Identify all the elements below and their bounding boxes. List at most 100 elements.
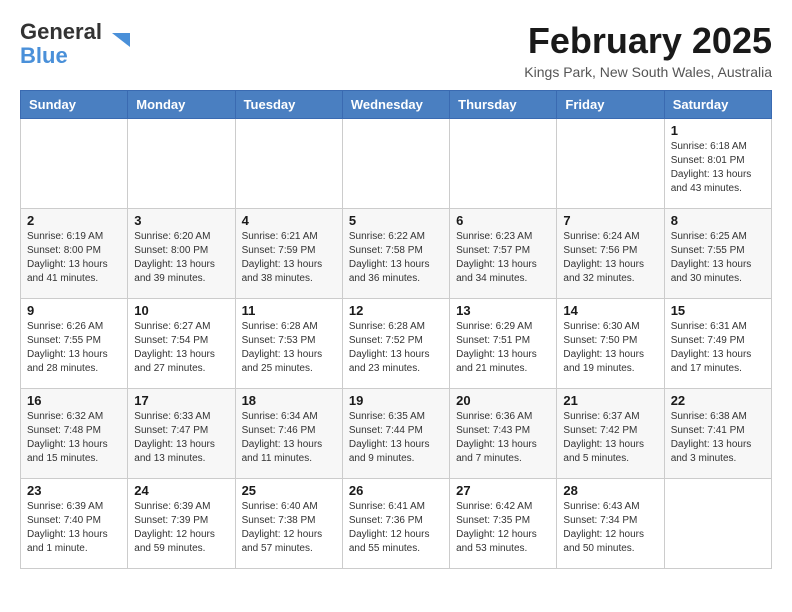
day-number: 14 (563, 303, 657, 318)
day-number: 16 (27, 393, 121, 408)
logo: General Blue (20, 20, 130, 68)
calendar-week-row: 1 Sunrise: 6:18 AM Sunset: 8:01 PM Daylig… (21, 119, 772, 209)
calendar-day-7: 7 Sunrise: 6:24 AM Sunset: 7:56 PM Daylig… (557, 209, 664, 299)
calendar-day-13: 13Sunrise: 6:29 AM Sunset: 7:51 PM Dayli… (450, 299, 557, 389)
day-info: Sunrise: 6:35 AM Sunset: 7:44 PM Dayligh… (349, 410, 443, 466)
calendar-day-25: 25 Sunrise: 6:40 AM Sunset: 7:38 PM Dayli… (235, 479, 342, 569)
weekday-header-tuesday: Tuesday (235, 91, 342, 119)
page-header: General Blue February 2025 Kings Park, N… (20, 20, 772, 80)
day-number: 12 (349, 303, 443, 318)
weekday-header-saturday: Saturday (664, 91, 771, 119)
calendar-day-4: 4 Sunrise: 6:21 AM Sunset: 7:59 PM Daylig… (235, 209, 342, 299)
day-number: 24 (134, 483, 228, 498)
calendar-day-22: 22 Sunrise: 6:38 AM Sunset: 7:41 PM Dayli… (664, 389, 771, 479)
day-info: Sunrise: 6:41 AM Sunset: 7:36 PM Dayligh… (349, 500, 443, 556)
title-section: February 2025 Kings Park, New South Wale… (524, 20, 772, 80)
calendar-day-14: 14 Sunrise: 6:30 AM Sunset: 7:50 PM Dayli… (557, 299, 664, 389)
calendar-day-19: 19 Sunrise: 6:35 AM Sunset: 7:44 PM Dayli… (342, 389, 449, 479)
calendar-day-26: 26 Sunrise: 6:41 AM Sunset: 7:36 PM Dayli… (342, 479, 449, 569)
day-number: 13 (456, 303, 550, 318)
calendar-day-20: 20 Sunrise: 6:36 AM Sunset: 7:43 PM Dayli… (450, 389, 557, 479)
logo-general: General (20, 19, 102, 44)
day-info: Sunrise: 6:26 AM Sunset: 7:55 PM Dayligh… (27, 320, 121, 376)
day-info: Sunrise: 6:28 AM Sunset: 7:52 PM Dayligh… (349, 320, 443, 376)
calendar-day-8: 8 Sunrise: 6:25 AM Sunset: 7:55 PM Daylig… (664, 209, 771, 299)
day-number: 10 (134, 303, 228, 318)
calendar-week-row: 9 Sunrise: 6:26 AM Sunset: 7:55 PM Daylig… (21, 299, 772, 389)
day-info: Sunrise: 6:32 AM Sunset: 7:48 PM Dayligh… (27, 410, 121, 466)
day-number: 22 (671, 393, 765, 408)
day-number: 6 (456, 213, 550, 228)
day-info: Sunrise: 6:22 AM Sunset: 7:58 PM Dayligh… (349, 230, 443, 286)
day-info: Sunrise: 6:28 AM Sunset: 7:53 PM Dayligh… (242, 320, 336, 376)
day-info: Sunrise: 6:21 AM Sunset: 7:59 PM Dayligh… (242, 230, 336, 286)
day-info: Sunrise: 6:34 AM Sunset: 7:46 PM Dayligh… (242, 410, 336, 466)
weekday-header-monday: Monday (128, 91, 235, 119)
empty-day-cell (128, 119, 235, 209)
day-number: 17 (134, 393, 228, 408)
day-number: 19 (349, 393, 443, 408)
empty-day-cell (450, 119, 557, 209)
month-year: February 2025 (524, 20, 772, 62)
calendar-day-15: 15 Sunrise: 6:31 AM Sunset: 7:49 PM Dayli… (664, 299, 771, 389)
calendar-day-23: 23 Sunrise: 6:39 AM Sunset: 7:40 PM Dayli… (21, 479, 128, 569)
calendar-day-27: 27Sunrise: 6:42 AM Sunset: 7:35 PM Dayli… (450, 479, 557, 569)
calendar-day-17: 17 Sunrise: 6:33 AM Sunset: 7:47 PM Dayli… (128, 389, 235, 479)
day-info: Sunrise: 6:25 AM Sunset: 7:55 PM Dayligh… (671, 230, 765, 286)
day-number: 7 (563, 213, 657, 228)
weekday-header-sunday: Sunday (21, 91, 128, 119)
day-number: 20 (456, 393, 550, 408)
day-number: 8 (671, 213, 765, 228)
day-number: 11 (242, 303, 336, 318)
empty-day-cell (557, 119, 664, 209)
day-info: Sunrise: 6:40 AM Sunset: 7:38 PM Dayligh… (242, 500, 336, 556)
calendar-day-5: 5 Sunrise: 6:22 AM Sunset: 7:58 PM Daylig… (342, 209, 449, 299)
day-number: 15 (671, 303, 765, 318)
calendar-day-28: 28Sunrise: 6:43 AM Sunset: 7:34 PM Dayli… (557, 479, 664, 569)
day-number: 4 (242, 213, 336, 228)
empty-day-cell (21, 119, 128, 209)
calendar-day-9: 9 Sunrise: 6:26 AM Sunset: 7:55 PM Daylig… (21, 299, 128, 389)
weekday-header-wednesday: Wednesday (342, 91, 449, 119)
day-number: 28 (563, 483, 657, 498)
day-number: 2 (27, 213, 121, 228)
day-number: 27 (456, 483, 550, 498)
calendar-day-16: 16 Sunrise: 6:32 AM Sunset: 7:48 PM Dayli… (21, 389, 128, 479)
calendar-day-24: 24 Sunrise: 6:39 AM Sunset: 7:39 PM Dayli… (128, 479, 235, 569)
day-info: Sunrise: 6:18 AM Sunset: 8:01 PM Dayligh… (671, 140, 765, 196)
day-info: Sunrise: 6:19 AM Sunset: 8:00 PM Dayligh… (27, 230, 121, 286)
logo-icon (108, 29, 130, 51)
calendar-week-row: 16 Sunrise: 6:32 AM Sunset: 7:48 PM Dayli… (21, 389, 772, 479)
day-number: 1 (671, 123, 765, 138)
day-info: Sunrise: 6:23 AM Sunset: 7:57 PM Dayligh… (456, 230, 550, 286)
calendar-week-row: 2 Sunrise: 6:19 AM Sunset: 8:00 PM Daylig… (21, 209, 772, 299)
day-info: Sunrise: 6:27 AM Sunset: 7:54 PM Dayligh… (134, 320, 228, 376)
day-info: Sunrise: 6:38 AM Sunset: 7:41 PM Dayligh… (671, 410, 765, 466)
day-info: Sunrise: 6:36 AM Sunset: 7:43 PM Dayligh… (456, 410, 550, 466)
day-info: Sunrise: 6:24 AM Sunset: 7:56 PM Dayligh… (563, 230, 657, 286)
calendar-day-18: 18 Sunrise: 6:34 AM Sunset: 7:46 PM Dayli… (235, 389, 342, 479)
day-number: 25 (242, 483, 336, 498)
day-number: 9 (27, 303, 121, 318)
calendar-day-2: 2 Sunrise: 6:19 AM Sunset: 8:00 PM Daylig… (21, 209, 128, 299)
day-number: 26 (349, 483, 443, 498)
day-number: 23 (27, 483, 121, 498)
calendar-day-12: 12 Sunrise: 6:28 AM Sunset: 7:52 PM Dayli… (342, 299, 449, 389)
calendar-day-1: 1 Sunrise: 6:18 AM Sunset: 8:01 PM Daylig… (664, 119, 771, 209)
day-info: Sunrise: 6:33 AM Sunset: 7:47 PM Dayligh… (134, 410, 228, 466)
calendar-week-row: 23 Sunrise: 6:39 AM Sunset: 7:40 PM Dayli… (21, 479, 772, 569)
logo-blue: Blue (20, 43, 68, 68)
calendar-day-11: 11 Sunrise: 6:28 AM Sunset: 7:53 PM Dayli… (235, 299, 342, 389)
empty-day-cell (342, 119, 449, 209)
day-number: 18 (242, 393, 336, 408)
day-info: Sunrise: 6:30 AM Sunset: 7:50 PM Dayligh… (563, 320, 657, 376)
empty-day-cell (664, 479, 771, 569)
day-info: Sunrise: 6:39 AM Sunset: 7:40 PM Dayligh… (27, 500, 121, 556)
calendar-day-6: 6 Sunrise: 6:23 AM Sunset: 7:57 PM Daylig… (450, 209, 557, 299)
day-info: Sunrise: 6:39 AM Sunset: 7:39 PM Dayligh… (134, 500, 228, 556)
day-number: 5 (349, 213, 443, 228)
day-number: 21 (563, 393, 657, 408)
day-number: 3 (134, 213, 228, 228)
day-info: Sunrise: 6:31 AM Sunset: 7:49 PM Dayligh… (671, 320, 765, 376)
day-info: Sunrise: 6:37 AM Sunset: 7:42 PM Dayligh… (563, 410, 657, 466)
